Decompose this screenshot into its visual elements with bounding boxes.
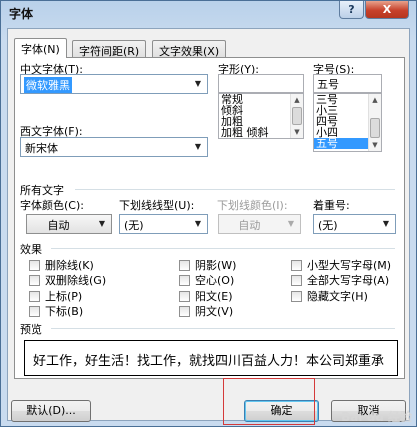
section-divider: [51, 248, 395, 249]
tab-font[interactable]: 字体(N): [14, 38, 67, 58]
underline-color-select: 自动 ▼: [218, 214, 301, 234]
underline-color-label: 下划线颜色(I):: [217, 199, 288, 212]
font-style-input[interactable]: [218, 74, 304, 93]
underline-style-value: (无): [124, 219, 144, 232]
font-color-select[interactable]: 自动 ▼: [26, 214, 112, 234]
checkbox-icon[interactable]: [179, 306, 190, 317]
checkbox-icon[interactable]: [29, 260, 40, 271]
checkbox-label: 隐藏文字(H): [307, 290, 368, 303]
font-size-input[interactable]: 五号: [313, 74, 382, 93]
close-button[interactable]: X: [365, 1, 409, 19]
underline-style-label: 下划线线型(U):: [119, 199, 195, 212]
underline-style-select[interactable]: (无) ▼: [119, 214, 208, 234]
effects-section-label: 效果: [20, 243, 42, 256]
western-font-select[interactable]: 新宋体 ▼: [20, 137, 208, 157]
checkbox-outline[interactable]: 空心(O): [179, 272, 235, 287]
checkbox-label: 阳文(E): [195, 290, 233, 303]
western-font-value: 新宋体: [25, 142, 58, 155]
all-text-section-label: 所有文字: [20, 184, 64, 197]
checkbox-label: 删除线(K): [45, 259, 94, 272]
emphasis-mark-select[interactable]: (无) ▼: [313, 214, 396, 234]
checkbox-icon[interactable]: [179, 275, 190, 286]
checkbox-icon[interactable]: [29, 306, 40, 317]
checkbox-label: 全部大写字母(A): [307, 274, 390, 287]
font-size-list[interactable]: 三号 小三 四号 小四 五号 ▲ ▼: [313, 93, 382, 152]
scroll-thumb[interactable]: [292, 107, 302, 125]
watermark: Bai du 经验: [341, 410, 412, 424]
underline-color-value: 自动: [238, 219, 261, 232]
scroll-thumb[interactable]: [370, 118, 380, 138]
checkbox-label: 空心(O): [195, 274, 235, 287]
font-style-list[interactable]: 常规 倾斜 加粗 加粗 倾斜 ▲ ▼: [218, 93, 304, 139]
checkbox-icon[interactable]: [29, 291, 40, 302]
checkbox-icon[interactable]: [29, 275, 40, 286]
checkbox-icon[interactable]: [179, 291, 190, 302]
scroll-down-icon[interactable]: ▼: [291, 126, 303, 138]
checkbox-strikethrough[interactable]: 删除线(K): [29, 257, 94, 272]
checkbox-emboss[interactable]: 阳文(E): [179, 288, 233, 303]
chevron-down-icon[interactable]: ▼: [378, 216, 394, 232]
tab-character-spacing[interactable]: 字符间距(R): [72, 40, 147, 58]
help-button[interactable]: ?: [339, 1, 364, 19]
checkbox-double-strikethrough[interactable]: 双删除线(G): [29, 272, 107, 287]
checkbox-label: 阴影(W): [195, 259, 237, 272]
emphasis-mark-value: (无): [318, 219, 338, 232]
window-title: 字体: [9, 7, 34, 21]
chevron-down-icon[interactable]: ▼: [190, 76, 206, 92]
preview-section-label: 预览: [20, 323, 42, 336]
checkbox-icon[interactable]: [291, 291, 302, 302]
checkbox-icon[interactable]: [291, 275, 302, 286]
section-divider: [75, 189, 395, 190]
checkbox-icon[interactable]: [179, 260, 190, 271]
checkbox-small-caps[interactable]: 小型大写字母(M): [291, 257, 392, 272]
checkbox-hidden[interactable]: 隐藏文字(H): [291, 288, 368, 303]
chinese-font-value: 微软雅黑: [24, 77, 72, 93]
chinese-font-select[interactable]: 微软雅黑 ▼: [20, 74, 208, 94]
checkbox-all-caps[interactable]: 全部大写字母(A): [291, 272, 390, 287]
checkbox-label: 双删除线(G): [45, 274, 107, 287]
checkbox-engrave[interactable]: 阴文(V): [179, 303, 234, 318]
checkbox-label: 上标(P): [45, 290, 83, 303]
font-style-scrollbar[interactable]: ▲ ▼: [290, 94, 303, 138]
scroll-down-icon[interactable]: ▼: [369, 139, 381, 151]
preview-box: 好工作，好生活！找工作，就找四川百益人力！本公司郑重承: [24, 340, 398, 376]
emphasis-mark-label: 着重号:: [313, 199, 350, 212]
scroll-up-icon[interactable]: ▲: [291, 94, 303, 106]
default-button[interactable]: 默认(D)...: [11, 400, 91, 422]
font-color-value: 自动: [47, 219, 70, 232]
checkbox-superscript[interactable]: 上标(P): [29, 288, 83, 303]
checkbox-label: 下标(B): [45, 305, 84, 318]
font-dialog-window: 字体 ? X 字体(N) 字符间距(R) 文字效果(X) 中文字体(T): 微软…: [0, 0, 417, 427]
chevron-down-icon[interactable]: ▼: [190, 216, 206, 232]
chevron-down-icon[interactable]: ▼: [190, 139, 206, 155]
annotation-highlight-box: [223, 378, 315, 425]
font-size-scrollbar[interactable]: ▲ ▼: [368, 94, 381, 151]
dialog-client-area: 字体(N) 字符间距(R) 文字效果(X) 中文字体(T): 微软雅黑 ▼ 字形…: [7, 28, 410, 422]
checkbox-icon[interactable]: [291, 260, 302, 271]
title-bar[interactable]: 字体 ? X: [1, 1, 416, 25]
scroll-up-icon[interactable]: ▲: [369, 94, 381, 106]
chevron-down-icon: ▼: [287, 219, 295, 228]
checkbox-subscript[interactable]: 下标(B): [29, 303, 84, 318]
checkbox-label: 阴文(V): [195, 305, 234, 318]
section-divider: [51, 328, 395, 329]
checkbox-shadow[interactable]: 阴影(W): [179, 257, 237, 272]
font-tab-panel: 中文字体(T): 微软雅黑 ▼ 字形(Y): 常规 倾斜 加粗 加粗 倾斜 ▲ …: [14, 57, 405, 379]
checkbox-label: 小型大写字母(M): [307, 259, 392, 272]
font-color-label: 字体颜色(C):: [20, 199, 84, 212]
chevron-down-icon[interactable]: ▼: [94, 216, 110, 232]
preview-text: 好工作，好生活！找工作，就找四川百益人力！本公司郑重承: [33, 354, 385, 369]
tab-text-effects[interactable]: 文字效果(X): [152, 40, 227, 58]
